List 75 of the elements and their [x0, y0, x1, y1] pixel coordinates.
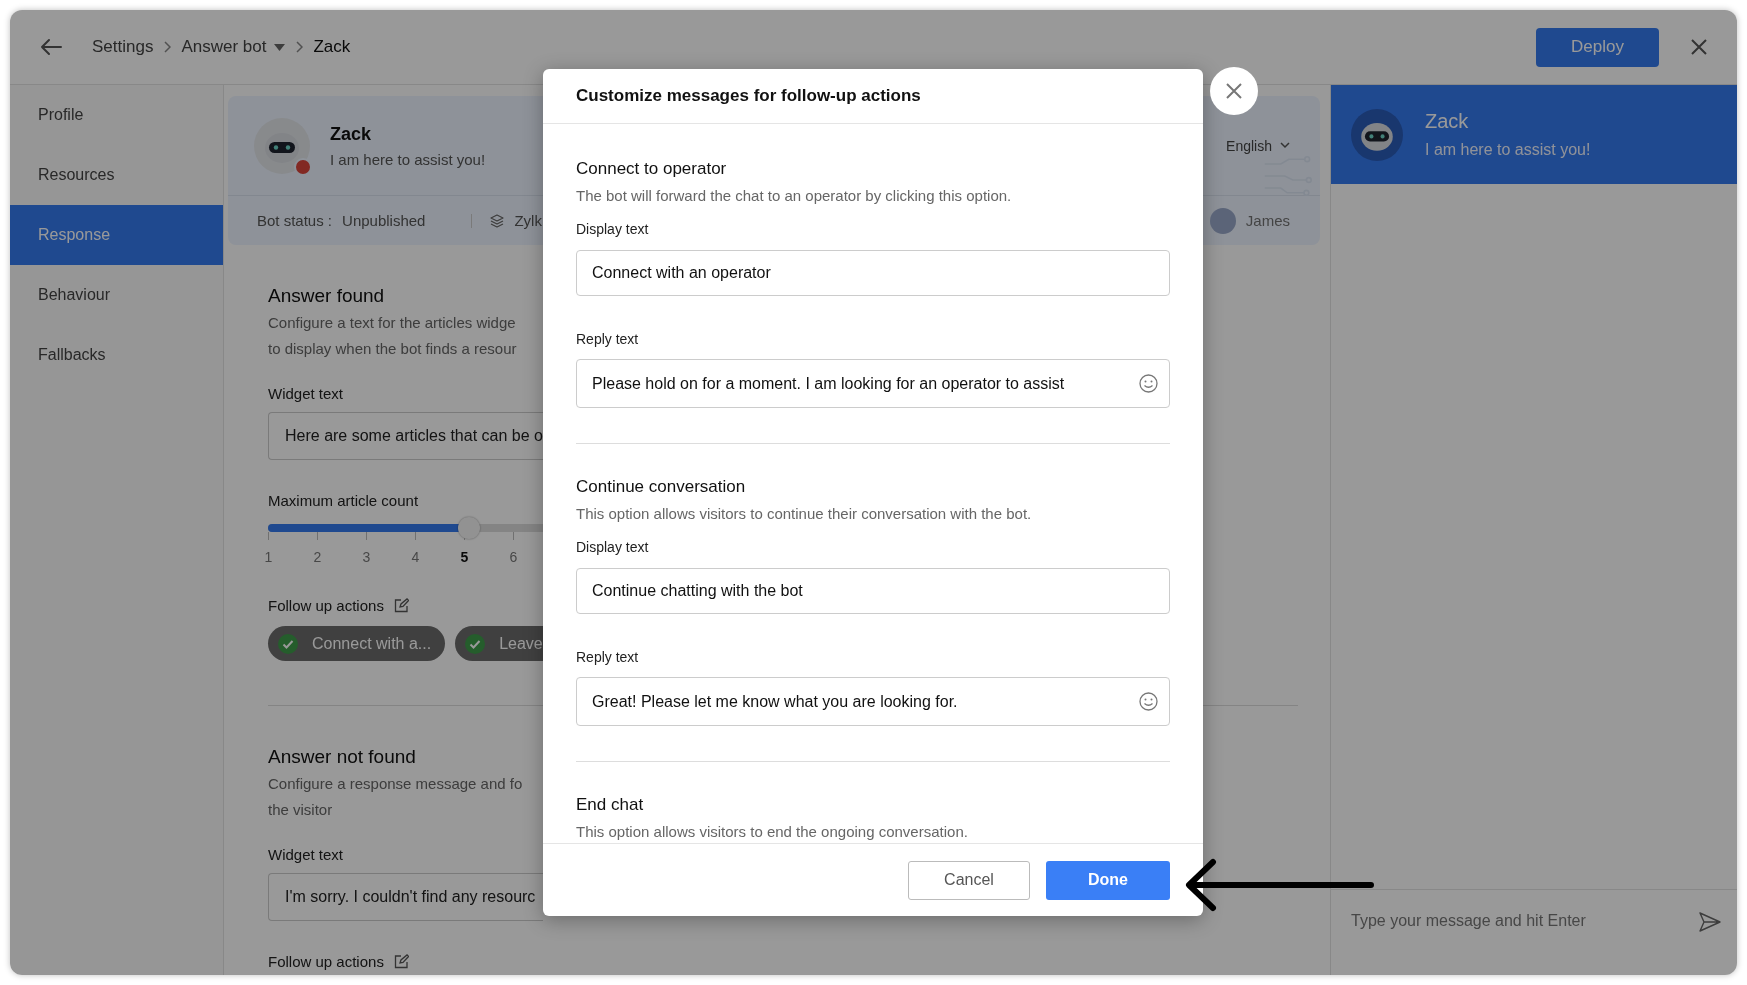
breadcrumb-current: Zack — [313, 37, 351, 57]
text-field[interactable]: Please hold on for a moment. I am looking for an operator to assist — [576, 359, 1170, 408]
field-label: Reply text — [576, 330, 640, 349]
tick-label: 4 — [410, 549, 421, 565]
field-label: Widget text — [268, 385, 345, 402]
done-button[interactable]: Done — [1046, 860, 1170, 900]
close-icon — [1226, 83, 1242, 99]
sidebar-item[interactable]: Profile — [10, 85, 223, 145]
smiley-icon[interactable] — [1139, 692, 1158, 711]
close-button[interactable] — [1210, 67, 1258, 115]
close-icon[interactable] — [1691, 39, 1707, 55]
chevron-down-icon — [1280, 142, 1290, 149]
option-description: This option allows visitors to continue their conversation with the bot. — [576, 504, 1033, 524]
field-label: Widget text — [268, 846, 345, 863]
owner-name: James — [1245, 212, 1290, 229]
smiley-icon[interactable] — [1139, 374, 1158, 393]
chevron-right-icon — [295, 41, 304, 53]
section-title: Answer not found — [268, 746, 417, 768]
sidebar-item[interactable]: Behaviour — [10, 265, 223, 325]
option-description: The bot will forward the chat to an operator by clicking this option. — [576, 186, 1013, 206]
section-title: Answer found — [268, 285, 386, 307]
option-title: Continue conversation — [576, 476, 747, 498]
layers-icon — [490, 213, 505, 228]
section-description: Configure a response message and fo — [268, 774, 524, 794]
status-label: Bot status : — [257, 212, 333, 229]
tick-label: 3 — [361, 549, 372, 565]
caret-down-icon[interactable] — [274, 43, 286, 51]
option-title: Connect to operator — [576, 158, 728, 180]
tick-label: 5 — [459, 549, 470, 565]
sidebar-item[interactable]: Resources — [10, 145, 223, 205]
modal-title: Customize messages for follow-up actions — [543, 69, 1203, 124]
robot-avatar-icon — [254, 117, 310, 174]
bot-name: Zack — [330, 123, 373, 145]
breadcrumb-link[interactable]: Answer bot — [181, 37, 267, 57]
back-arrow-icon[interactable] — [40, 38, 62, 56]
bot-greeting: I am here to assist you! — [1425, 141, 1591, 159]
section-description: the visitor — [268, 800, 334, 820]
follow-up-label: Follow up actions — [268, 953, 384, 970]
sidebar-item[interactable]: Response — [10, 205, 223, 265]
field-label: Display text — [576, 220, 650, 239]
section-description: to display when the bot finds a resour — [268, 339, 518, 359]
deploy-button[interactable]: Deploy — [1536, 27, 1659, 67]
widget-text-field[interactable]: I'm sorry. I couldn't find any resourc — [268, 873, 543, 921]
text-field[interactable]: Continue chatting with the bot — [576, 568, 1170, 614]
tick-label: 2 — [312, 549, 323, 565]
tick-label: 1 — [263, 549, 274, 565]
follow-up-chip[interactable]: Connect with a... — [268, 626, 446, 661]
bot-greeting: I am here to assist you! — [330, 150, 486, 168]
widget-text-field[interactable]: Here are some articles that can be o — [268, 412, 543, 460]
section-description: Configure a text for the articles widge — [268, 313, 517, 333]
field-label: Reply text — [576, 648, 640, 667]
slider-track[interactable] — [268, 517, 543, 541]
text-field[interactable]: Great! Please let me know what you are looking for. — [576, 677, 1170, 726]
option-title: End chat — [576, 794, 645, 816]
field-label: Display text — [576, 538, 650, 557]
robot-avatar-icon — [1351, 108, 1403, 161]
slider-thumb[interactable] — [457, 517, 480, 539]
status-value: Unpublished — [342, 212, 426, 229]
edit-icon[interactable] — [393, 598, 409, 613]
text-field[interactable]: Connect with an operator — [576, 250, 1170, 296]
option-description: This option allows visitors to end the ongoing conversation. — [576, 822, 969, 842]
sidebar-item[interactable]: Fallbacks — [10, 325, 223, 385]
edit-icon[interactable] — [393, 954, 409, 969]
cancel-button[interactable]: Cancel — [908, 860, 1030, 900]
brand-name: Zylk — [514, 212, 542, 229]
slider-label: Maximum article count — [268, 492, 420, 509]
message-input[interactable]: Type your message and hit Enter — [1351, 912, 1699, 930]
breadcrumb-link[interactable]: Settings — [92, 37, 154, 57]
send-icon[interactable] — [1699, 912, 1721, 932]
user-avatar — [1209, 207, 1236, 234]
language-dropdown[interactable]: English — [1226, 137, 1290, 154]
tick-label: 6 — [508, 549, 519, 565]
chevron-right-icon — [163, 41, 172, 53]
bot-name: Zack — [1425, 110, 1470, 133]
follow-up-label: Follow up actions — [268, 597, 384, 614]
